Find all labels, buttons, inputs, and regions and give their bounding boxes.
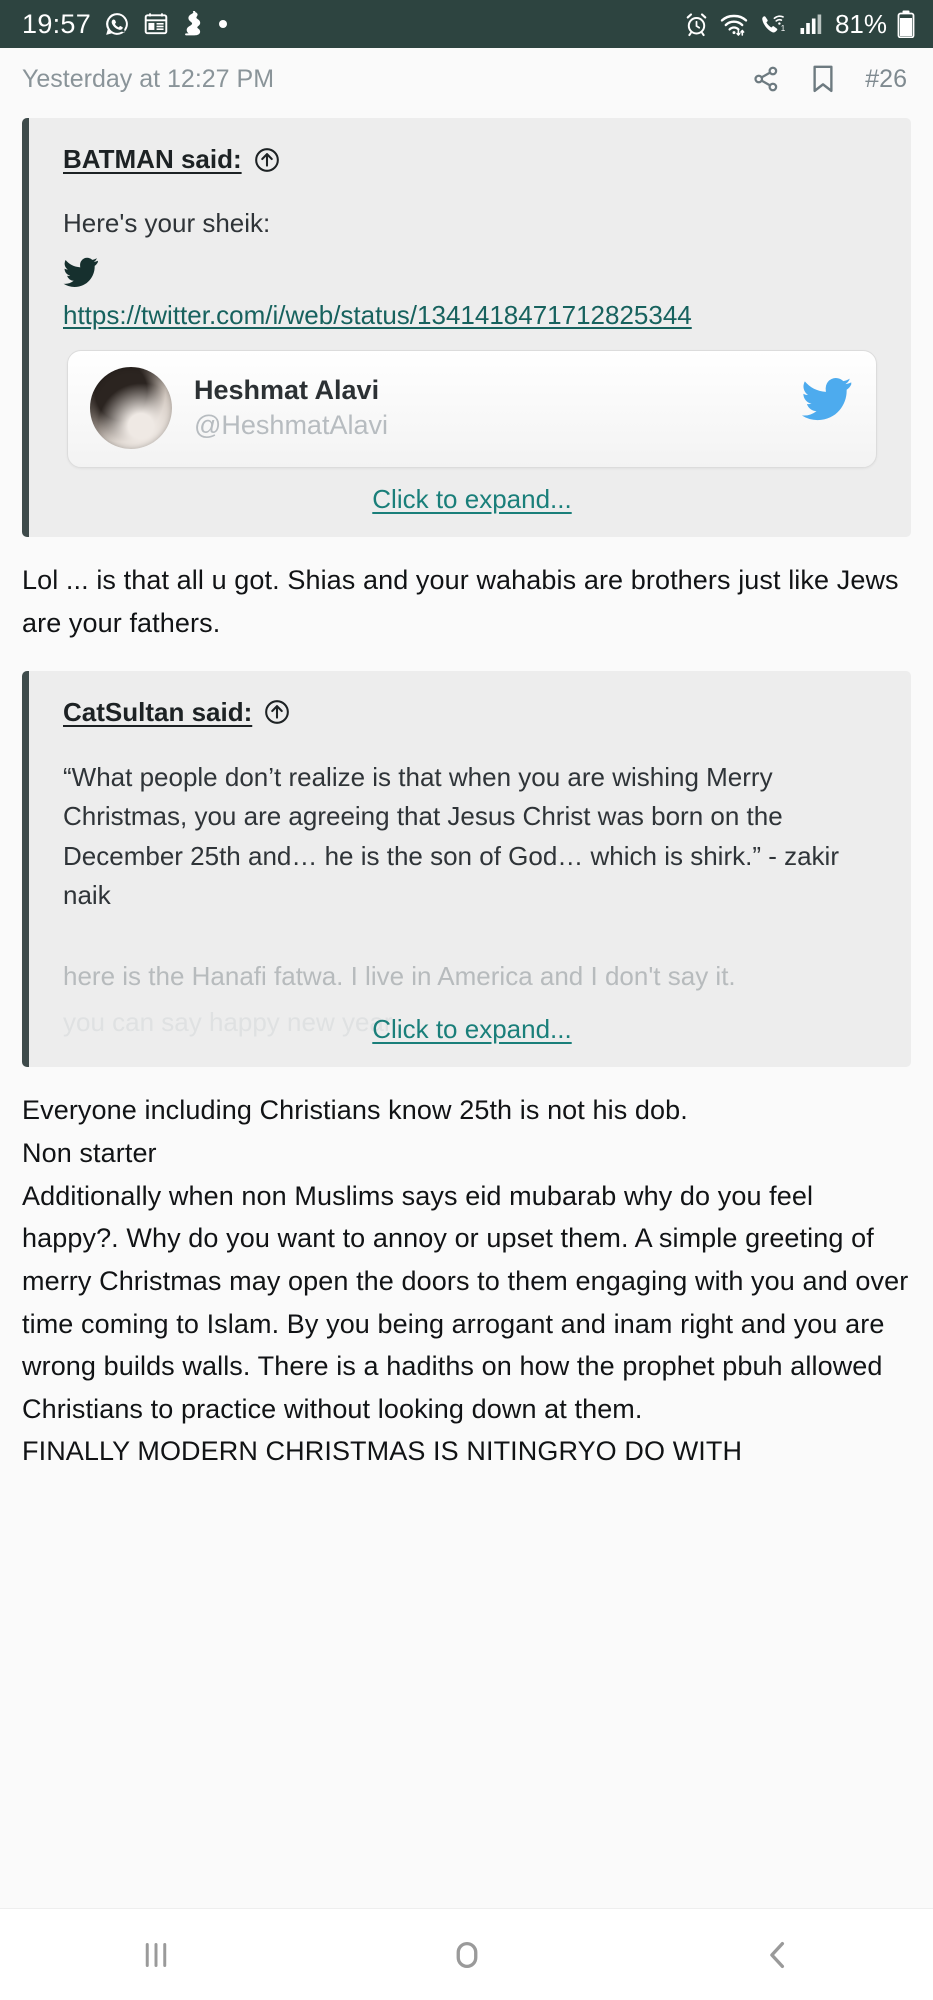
- status-bar: 19:57 1 81%: [0, 0, 933, 48]
- quote-header[interactable]: CatSultan said:: [63, 697, 881, 728]
- expand-row[interactable]: Click to expand...: [63, 1014, 881, 1045]
- wifi-icon: [719, 12, 749, 37]
- quote-block-batman[interactable]: BATMAN said: Here's your sheik: https://…: [22, 118, 911, 538]
- tweet-identity: Heshmat Alavi @HeshmatAlavi: [194, 375, 388, 441]
- post-header-actions: #26: [751, 64, 907, 94]
- status-time: 19:57: [22, 8, 92, 39]
- reply-line-two: Non starter: [22, 1137, 157, 1168]
- whatsapp-icon: [104, 11, 130, 37]
- home-icon[interactable]: [446, 1934, 488, 1976]
- reply-paragraph-two: Additionally when non Muslims says eid m…: [22, 1180, 909, 1424]
- share-icon[interactable]: [751, 64, 781, 94]
- quote-faded-line-one: here is the Hanafi fatwa. I live in Amer…: [63, 960, 736, 991]
- quote-header[interactable]: BATMAN said:: [63, 144, 881, 175]
- quote-text: Here's your sheik:: [63, 208, 271, 238]
- quote-author-label[interactable]: CatSultan said:: [63, 697, 252, 728]
- status-bar-right: 1 81%: [684, 10, 915, 38]
- reply-paragraph-one: Lol ... is that all u got. Shias and you…: [22, 565, 899, 639]
- calendar-icon: [143, 11, 169, 37]
- post-header: Yesterday at 12:27 PM #26: [0, 48, 933, 110]
- post-number[interactable]: #26: [865, 65, 907, 94]
- dot-icon: [219, 20, 228, 28]
- phone-screen: 19:57 1 81% Yesterday at 12:27 PM #26 BA…: [0, 0, 933, 2000]
- arrow-up-circle-icon[interactable]: [254, 147, 280, 173]
- reply-cut-line: FINALLY MODERN CHRISTMAS IS NITINGRYO DO…: [22, 1436, 743, 1465]
- post-date: Yesterday at 12:27 PM: [22, 64, 275, 93]
- expand-row[interactable]: Click to expand...: [63, 484, 881, 515]
- avatar: [90, 367, 172, 450]
- svg-text:1: 1: [781, 24, 786, 33]
- android-nav-bar: [0, 1908, 933, 2000]
- bookmark-icon[interactable]: [809, 64, 837, 94]
- battery-percent: 81%: [834, 9, 887, 39]
- call-forward-icon: 1: [759, 12, 789, 37]
- twitter-status-link[interactable]: https://twitter.com/i/web/status/1341418…: [63, 299, 881, 333]
- click-to-expand-link[interactable]: Click to expand...: [372, 484, 571, 515]
- back-icon[interactable]: [757, 1934, 799, 1976]
- recents-icon[interactable]: [135, 1934, 177, 1976]
- reply-line-one: Everyone including Christians know 25th …: [22, 1095, 688, 1126]
- tweet-display-name: Heshmat Alavi: [194, 375, 380, 406]
- tweet-handle: @HeshmatAlavi: [194, 410, 388, 441]
- status-bar-left: 19:57: [22, 8, 228, 39]
- quote-body: “What people don’t realize is that when …: [63, 758, 881, 1044]
- click-to-expand-link[interactable]: Click to expand...: [372, 1014, 571, 1045]
- battery-icon: [897, 10, 915, 38]
- quote-paragraph: “What people don’t realize is that when …: [63, 761, 839, 911]
- embedded-tweet-card[interactable]: Heshmat Alavi @HeshmatAlavi: [67, 350, 877, 469]
- app-icon: [182, 11, 206, 37]
- quote-author-label[interactable]: BATMAN said:: [63, 144, 242, 175]
- twitter-bird-icon: [800, 377, 854, 423]
- signal-icon: [799, 13, 823, 35]
- quote-block-catsultan[interactable]: CatSultan said: “What people don’t reali…: [22, 670, 911, 1068]
- twitter-bird-icon: [63, 257, 881, 289]
- alarm-icon: [684, 12, 709, 37]
- post-content: BATMAN said: Here's your sheik: https://…: [0, 118, 933, 1464]
- arrow-up-circle-icon[interactable]: [264, 699, 290, 725]
